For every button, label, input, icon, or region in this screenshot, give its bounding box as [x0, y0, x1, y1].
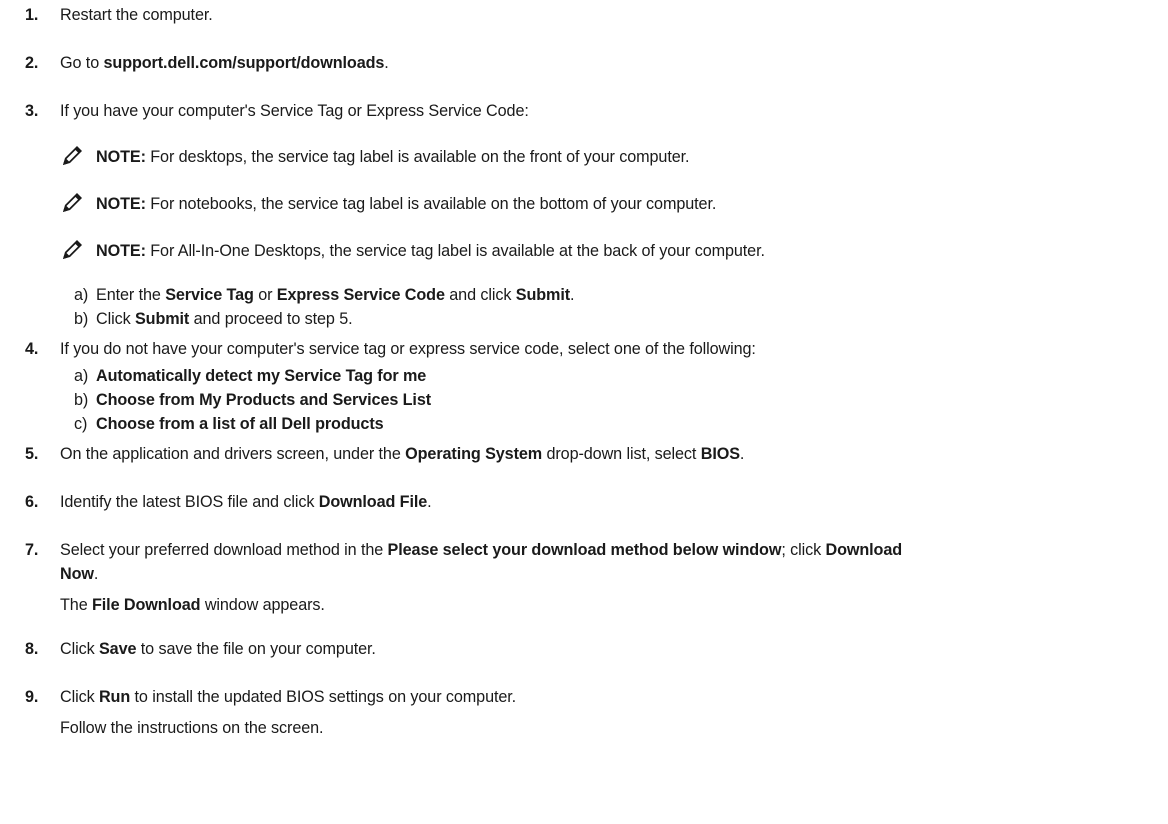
substep-text: Automatically detect my Service Tag for … — [96, 367, 427, 385]
substep-letter: b) — [74, 391, 89, 409]
step-9-result: Follow the instructions on the screen. — [60, 719, 324, 737]
step-text: If you do not have your computer's servi… — [60, 340, 756, 358]
step-number: 7. — [25, 541, 39, 559]
substep-letter: a) — [74, 367, 89, 385]
step-text: Restart the computer. — [60, 6, 213, 24]
step-number: 4. — [25, 340, 39, 358]
substep-letter: c) — [74, 415, 88, 433]
bios-update-instructions: 1. Restart the computer. 2. Go to suppor… — [0, 0, 1168, 824]
step-number: 8. — [25, 640, 39, 658]
step-text: Click Save to save the file on your comp… — [60, 640, 376, 658]
substep-letter: a) — [74, 286, 89, 304]
step-number: 6. — [25, 493, 39, 511]
step-text: Select your preferred download method in… — [60, 541, 903, 559]
pencil-note-icon — [63, 193, 82, 212]
step-number: 5. — [25, 445, 39, 463]
step-text: Identify the latest BIOS file and click … — [60, 493, 432, 511]
substep-text: Enter the Service Tag or Express Service… — [96, 286, 575, 304]
note-text: NOTE: For All-In-One Desktops, the servi… — [96, 242, 765, 260]
step-text: Click Run to install the updated BIOS se… — [60, 688, 517, 706]
step-7-continued: Now. — [60, 565, 99, 583]
substep-text: Click Submit and proceed to step 5. — [96, 310, 353, 328]
step-text: On the application and drivers screen, u… — [60, 445, 745, 463]
step-number: 9. — [25, 688, 39, 706]
substep-letter: b) — [74, 310, 89, 328]
step-number: 2. — [25, 54, 39, 72]
step-text: If you have your computer's Service Tag … — [60, 102, 529, 120]
step-number: 1. — [25, 6, 39, 24]
note-text: NOTE: For desktops, the service tag labe… — [96, 148, 690, 166]
pencil-note-icon — [63, 240, 82, 259]
step-text: Go to support.dell.com/support/downloads… — [60, 54, 389, 72]
pencil-note-icon — [63, 146, 82, 165]
step-7-result: The File Download window appears. — [60, 596, 325, 614]
substep-text: Choose from My Products and Services Lis… — [96, 391, 432, 409]
note-text: NOTE: For notebooks, the service tag lab… — [96, 195, 717, 213]
step-number: 3. — [25, 102, 39, 120]
substep-text: Choose from a list of all Dell products — [96, 415, 384, 433]
